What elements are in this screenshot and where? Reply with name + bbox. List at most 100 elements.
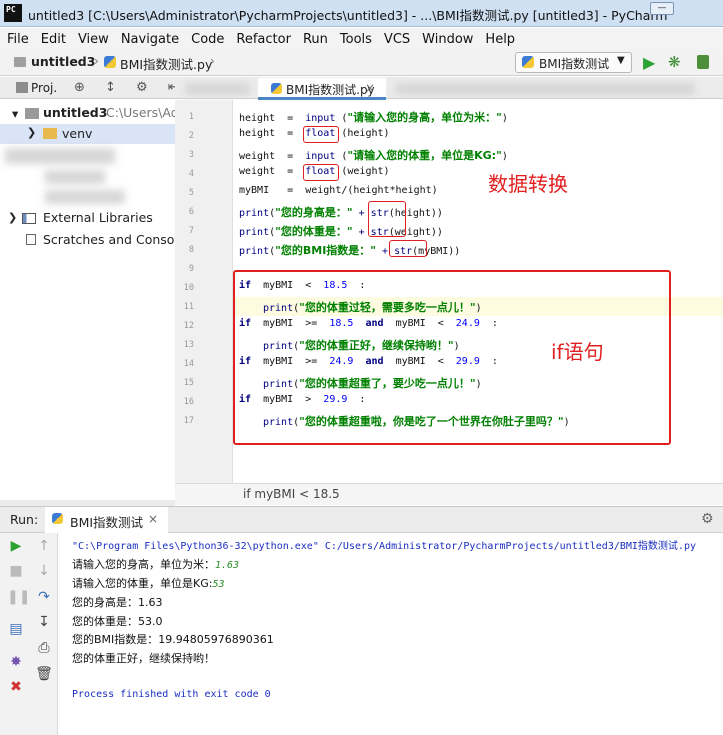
tree-item-root[interactable]: untitled3 (43, 105, 107, 120)
code-line: print("您的身高是：" + str(height)) (239, 204, 443, 220)
code-line: print("您的体重是：" + str(weight)) (239, 223, 443, 239)
blurred-tree-item (5, 148, 115, 164)
editor-breadcrumb[interactable]: if myBMI < 18.5 (243, 487, 340, 501)
console-line: 您的身高是：1.63 (72, 596, 163, 609)
code-token: weight = (239, 166, 306, 177)
blurred-tab (185, 83, 250, 95)
expand-arrow-icon[interactable]: ▾ (12, 106, 18, 121)
code-token: weight = (239, 151, 306, 162)
menu-run[interactable]: Run (303, 32, 328, 47)
console-prompt: 请输入您的身高，单位为米： (72, 558, 215, 571)
code-token: print (239, 208, 270, 219)
arrow-up-icon[interactable]: ↑ (35, 538, 53, 554)
line-number: 10 (183, 283, 194, 293)
menu-edit[interactable]: Edit (41, 32, 66, 47)
gear-icon[interactable]: ⚙ (701, 511, 714, 527)
annotation-box-str (368, 201, 406, 237)
tree-item-scratches[interactable]: Scratches and Consoles (43, 232, 192, 247)
menu-tools[interactable]: Tools (340, 32, 372, 47)
layout-icon[interactable]: ▤ (7, 621, 25, 637)
console-input: 53 (212, 579, 225, 590)
stop-icon[interactable]: ■ (7, 563, 25, 579)
menu-file[interactable]: File (7, 32, 29, 47)
annotation-box-if (233, 270, 671, 445)
annotation-box-str (389, 240, 427, 257)
pause-icon[interactable]: ❚❚ (7, 589, 30, 605)
line-number: 17 (183, 416, 194, 426)
line-number: 5 (188, 188, 194, 198)
code-line: height = input ("请输入您的身高，单位为米：") (239, 109, 508, 125)
menu-refactor[interactable]: Refactor (236, 32, 291, 47)
soft-wrap-icon[interactable]: ↷ (35, 589, 53, 605)
code-token: height = (239, 113, 306, 124)
trash-icon[interactable]: 🗑 (35, 666, 53, 682)
line-number: 9 (188, 264, 194, 274)
annotation-data-conversion: 数据转换 (488, 172, 568, 196)
code-string: "您的BMI指数是：" (275, 244, 377, 257)
code-string: "您的体重是：" (275, 225, 353, 238)
console-line: 您的BMI指数是：19.94805976890361 (72, 633, 274, 646)
close-icon[interactable]: ✖ (7, 679, 25, 695)
annotation-box-float (303, 164, 339, 181)
menu-help[interactable]: Help (485, 32, 515, 47)
blurred-tree-item (45, 170, 105, 184)
code-line: weight = input ("请输入您的体重，单位是KG:") (239, 147, 508, 163)
menu-code[interactable]: Code (191, 32, 224, 47)
code-token: ( (335, 151, 348, 162)
chevron-down-icon: ▼ (617, 55, 625, 66)
libraries-icon (22, 213, 36, 224)
line-number: 16 (183, 397, 194, 407)
run-with-coverage-button[interactable] (697, 55, 709, 69)
code-token: print (239, 246, 270, 257)
collapse-arrow-icon[interactable]: ❯ (8, 211, 17, 224)
code-token: print (239, 227, 270, 238)
python-file-icon (52, 513, 63, 524)
python-file-icon (104, 56, 116, 68)
window-title: untitled3 [C:\Users\Administrator\Pychar… (28, 8, 668, 23)
code-token: ) (501, 151, 508, 162)
pin-icon[interactable]: ✸ (7, 654, 25, 670)
line-number: 15 (183, 378, 194, 388)
arrow-down-icon[interactable]: ↓ (35, 563, 53, 579)
code-string: "请输入您的体重，单位是KG:" (347, 149, 502, 162)
project-panel-tools[interactable]: ⊕ ↕ ⚙ ⇤ (74, 80, 187, 95)
python-file-icon (522, 56, 534, 68)
python-file-icon (271, 83, 282, 94)
menu-view[interactable]: View (78, 32, 109, 47)
annotation-box-float (303, 126, 339, 143)
console-prompt: 请输入您的体重，单位是KG: (72, 577, 213, 590)
breadcrumb-separator: › (94, 54, 99, 68)
line-number: 12 (183, 321, 194, 331)
breadcrumb-file[interactable]: BMI指数测试.py (120, 54, 212, 73)
line-number: 13 (183, 340, 194, 350)
line-number: 11 (183, 302, 194, 312)
blurred-tabs (395, 83, 695, 95)
menu-navigate[interactable]: Navigate (121, 32, 179, 47)
code-token: (height) (335, 128, 390, 139)
print-icon[interactable]: ⎙ (35, 640, 53, 656)
code-token: input (305, 113, 336, 124)
rerun-icon[interactable]: ▶ (7, 538, 25, 554)
tree-item-external-libraries[interactable]: External Libraries (43, 210, 153, 225)
console-input: 1.63 (215, 560, 240, 571)
tree-item-root-path: C:\Users\Ad (106, 105, 179, 120)
collapse-arrow-icon[interactable]: ❯ (27, 126, 36, 139)
run-button[interactable]: ▶ (643, 53, 655, 72)
debug-bug-icon[interactable]: ❋ (668, 53, 681, 71)
breadcrumb-project[interactable]: untitled3 (31, 54, 95, 69)
run-panel-label: Run: (10, 512, 39, 527)
tree-item-venv-label: venv (62, 126, 93, 141)
line-number: 14 (183, 359, 194, 369)
scratches-icon (26, 234, 36, 245)
project-view-selector[interactable]: Proj. (31, 81, 57, 95)
menu-window[interactable]: Window (422, 32, 473, 47)
folder-icon (43, 128, 57, 139)
minimize-button[interactable]: — (650, 2, 674, 15)
close-icon[interactable]: × (148, 512, 158, 526)
code-token: input (305, 151, 336, 162)
folder-icon (14, 57, 26, 67)
scroll-to-end-icon[interactable]: ↧ (35, 614, 53, 630)
line-number: 2 (188, 131, 194, 141)
close-icon[interactable]: × (365, 81, 375, 95)
menu-vcs[interactable]: VCS (384, 32, 410, 47)
